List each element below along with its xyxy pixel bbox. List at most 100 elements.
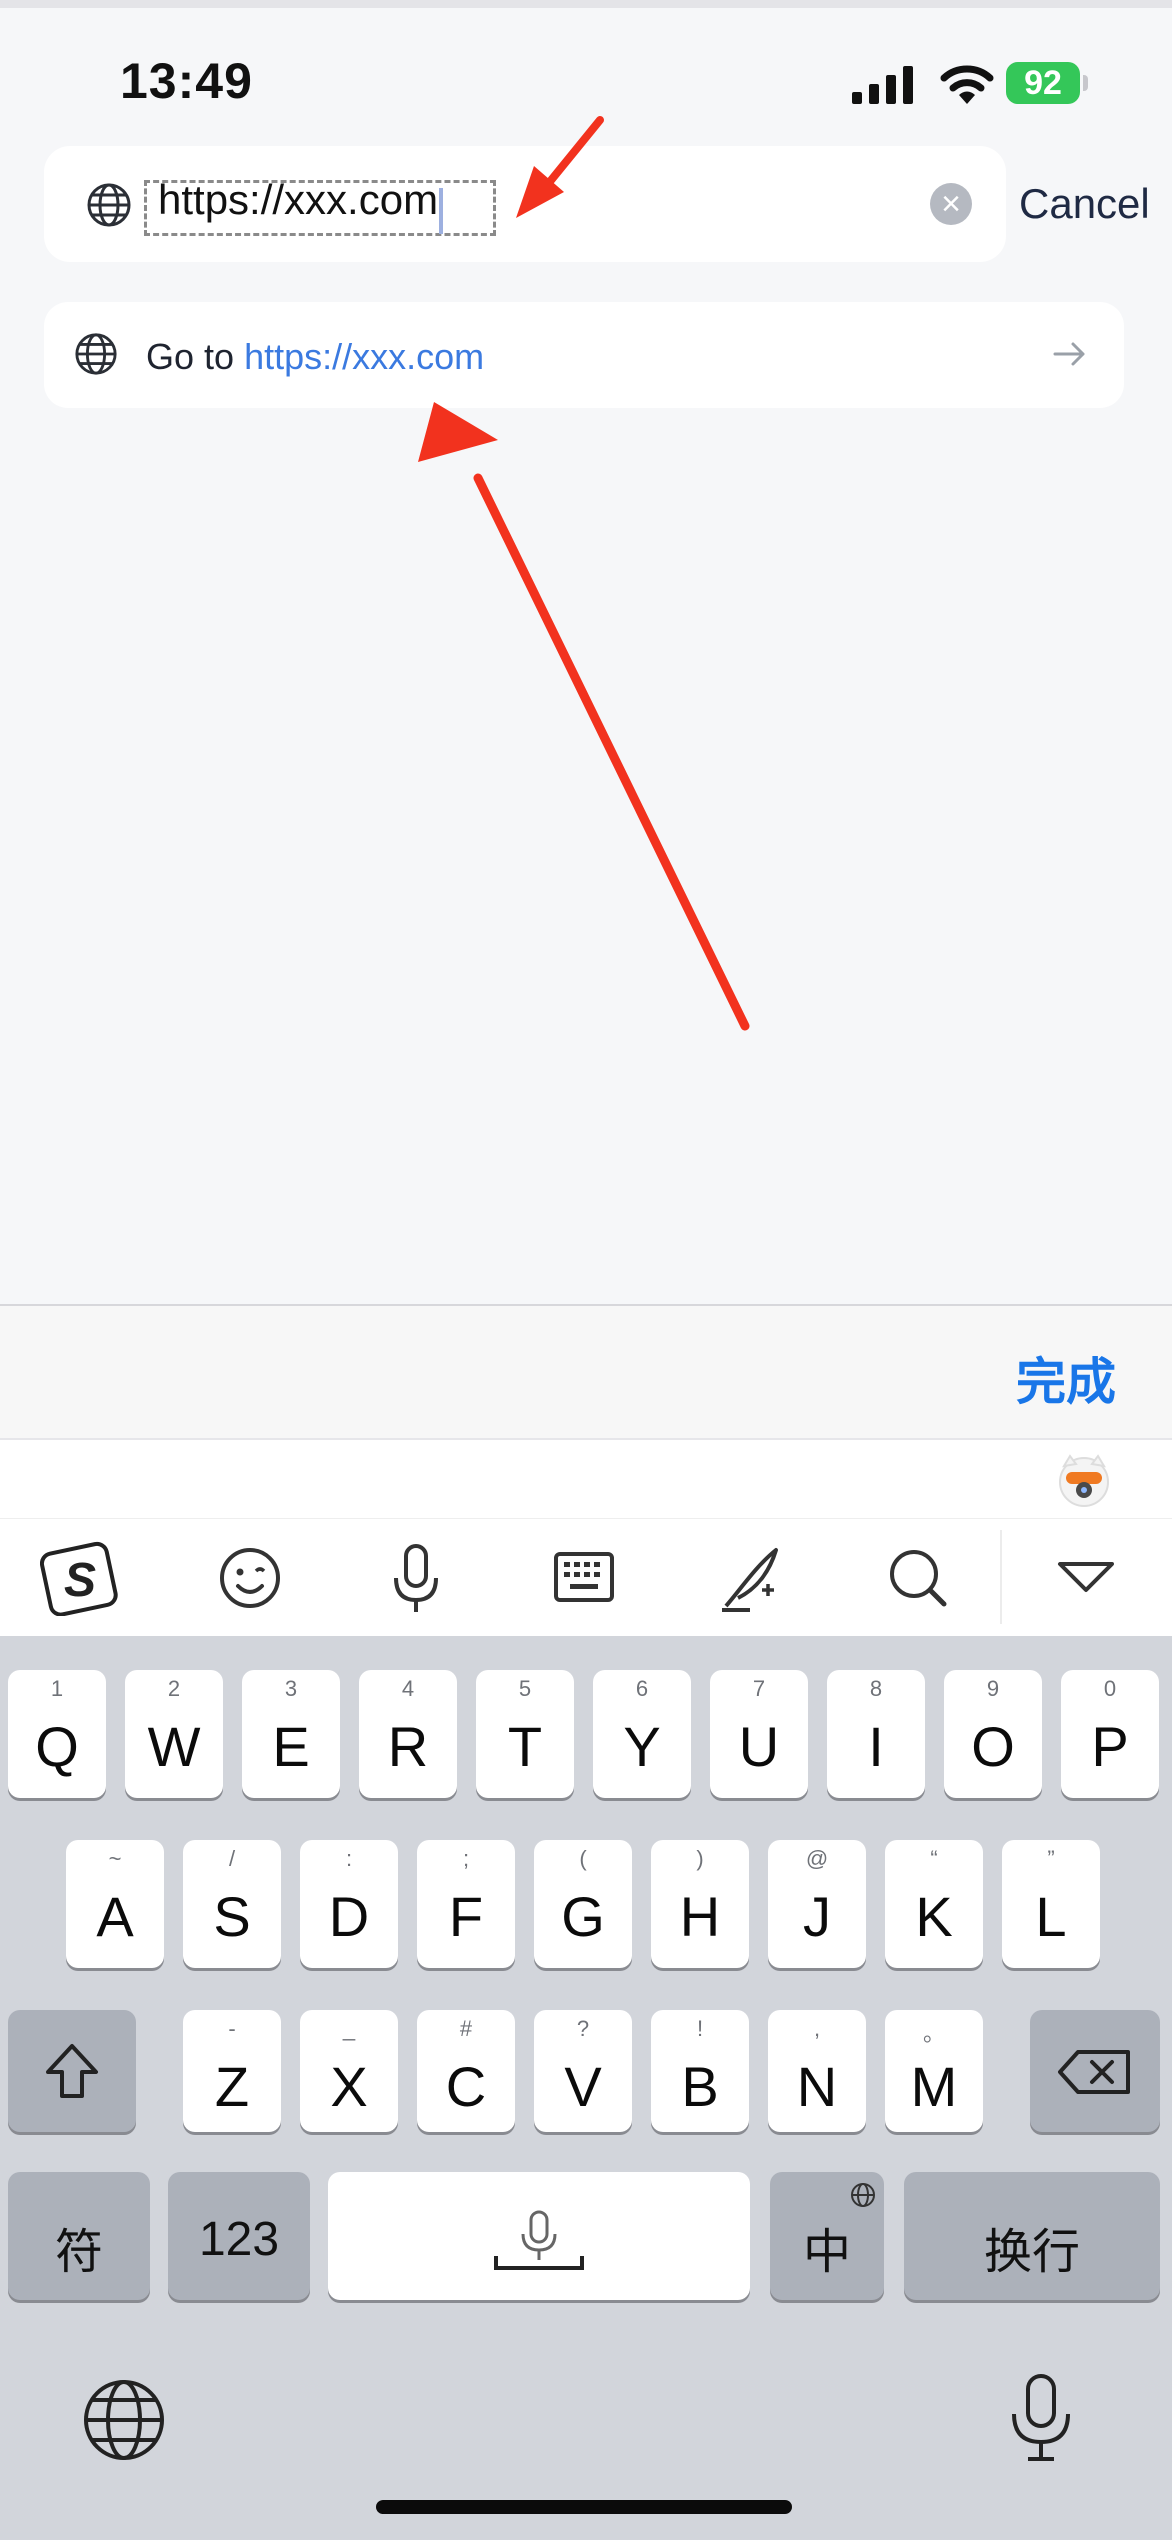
return-key[interactable]: 换行 [904,2172,1160,2300]
key-letter: Q [35,1715,79,1778]
key-letter: S [213,1885,251,1948]
key-hint: : [345,1846,353,1871]
globe-icon [87,183,131,227]
key-y[interactable]: 6Y [593,1670,691,1798]
key-v[interactable]: ? V [534,2010,632,2132]
key-hint: 5 [518,1676,532,1701]
key-hint: ) [696,1846,704,1871]
key-l[interactable]: ” L [1002,1840,1100,1968]
key-hint: 7 [752,1676,766,1701]
arrow-right-icon [1053,342,1085,366]
key-f[interactable]: ; F [417,1840,515,1968]
emoji-icon[interactable] [210,1540,290,1616]
chinese-key-label: 中 [802,2226,851,2279]
search-icon[interactable] [878,1540,958,1616]
key-hint: 。 [922,2021,945,2046]
url-input[interactable]: https://xxx.com [158,176,438,224]
battery-icon: 92 [1006,62,1090,106]
key-b[interactable]: ! B [651,2010,749,2132]
key-hint: 2 [167,1676,181,1701]
key-c[interactable]: # C [417,2010,515,2132]
candidate-bar [0,1438,1172,1520]
key-hint: 4 [401,1676,415,1701]
key-s[interactable]: / S [183,1840,281,1968]
collapse-icon[interactable] [1046,1540,1126,1616]
key-m[interactable]: 。 M [885,2010,983,2132]
annotation-arrow-suggestion [418,402,750,1031]
key-letter: Z [214,2055,250,2118]
key-u[interactable]: 7U [710,1670,808,1798]
key-letter: C [445,2055,487,2118]
numbers-key[interactable]: 123 [168,2172,310,2300]
key-r[interactable]: 4R [359,1670,457,1798]
key-a[interactable]: ~ A [66,1840,164,1968]
delete-key[interactable] [1030,2010,1160,2132]
cancel-button[interactable]: Cancel [1019,180,1150,228]
symbols-key[interactable]: 符 [8,2172,150,2300]
key-h[interactable]: ) H [651,1840,749,1968]
key-hint: _ [342,2016,356,2041]
numbers-key-label: 123 [198,2213,280,2266]
mascot-icon[interactable] [1056,1452,1112,1508]
key-letter: X [330,2055,368,2118]
symbols-key-label: 符 [54,2226,103,2279]
key-letter: E [272,1715,310,1778]
backspace-icon [1058,2050,1130,2094]
clear-input-icon[interactable]: × [930,183,972,225]
space-key[interactable] [328,2172,750,2300]
key-z[interactable]: -Z [183,2010,281,2132]
wifi-icon [940,65,994,104]
key-hint: 8 [869,1676,883,1701]
chinese-key[interactable]: 中 [770,2172,884,2300]
globe-icon[interactable] [82,2378,166,2462]
key-w[interactable]: 2W [125,1670,223,1798]
suggestion-url: https://xxx.com [244,336,485,377]
key-hint: “ [930,1846,938,1871]
keyboard-icon[interactable] [544,1540,624,1616]
key-p[interactable]: 0P [1061,1670,1159,1798]
key-n[interactable]: ,N [768,2010,866,2132]
key-hint: ! [696,2016,704,2041]
sogou-logo-icon[interactable]: S [40,1540,120,1616]
handwriting-icon[interactable] [710,1540,790,1616]
key-g[interactable]: (G [534,1840,632,1968]
svg-text:S: S [64,1554,96,1607]
key-letter: B [681,2055,719,2118]
key-i[interactable]: 8I [827,1670,925,1798]
toolbar-divider [1000,1530,1002,1624]
return-key-label: 换行 [983,2226,1080,2279]
key-t[interactable]: 5T [476,1670,574,1798]
key-letter: Y [623,1715,661,1778]
key-letter: M [910,2055,958,2118]
cellular-signal-icon [852,66,913,104]
key-hint: ? [576,2016,590,2041]
key-hint: 9 [986,1676,1000,1701]
dictation-mic-icon[interactable] [1006,2372,1076,2464]
text-cursor [439,188,443,234]
suggestion-text[interactable]: Go to https://xxx.com [146,336,484,378]
key-hint: 1 [50,1676,64,1701]
key-hint: 3 [284,1676,298,1701]
shift-key[interactable] [8,2010,136,2132]
key-hint: / [228,1846,236,1871]
key-q[interactable]: 1Q [8,1670,106,1798]
suggestion-prefix: Go to [146,336,235,377]
key-letter: W [147,1715,201,1778]
key-x[interactable]: _ X [300,2010,398,2132]
key-hint: , [813,2016,821,2041]
key-o[interactable]: 9O [944,1670,1042,1798]
key-k[interactable]: “K [885,1840,983,1968]
key-letter: D [328,1885,370,1948]
key-letter: F [448,1885,484,1948]
key-letter: R [387,1715,429,1778]
done-button[interactable]: 完成 [1016,1342,1116,1414]
key-e[interactable]: 3E [242,1670,340,1798]
key-letter: U [738,1715,780,1778]
key-hint: - [228,2016,236,2041]
microphone-icon[interactable] [376,1540,456,1616]
key-j[interactable]: @ J [768,1840,866,1968]
top-edge [0,0,1172,8]
key-hint: ( [579,1846,587,1871]
key-hint: ~ [108,1846,122,1871]
key-d[interactable]: :D [300,1840,398,1968]
